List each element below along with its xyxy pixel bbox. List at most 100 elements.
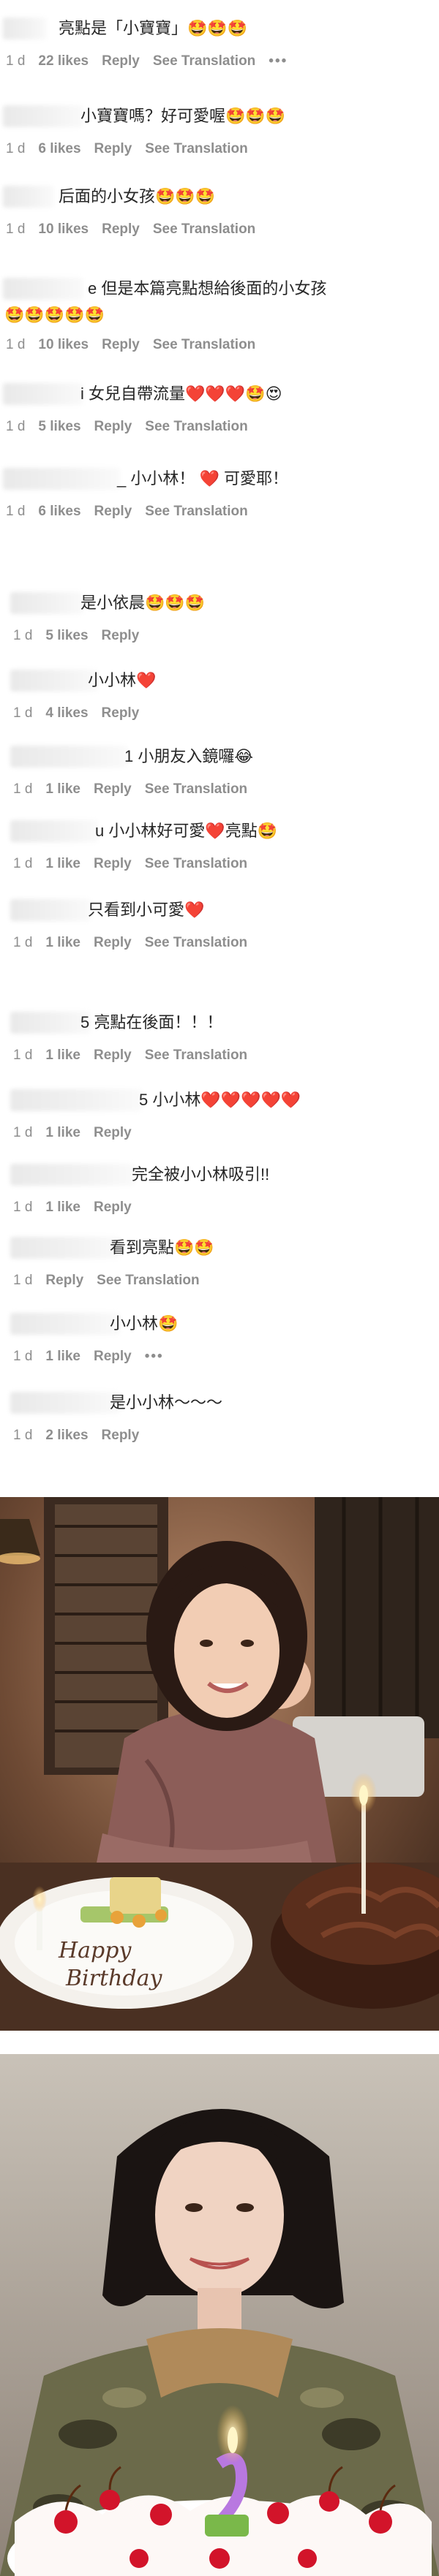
- cake-text-happy: Happy: [58, 1938, 132, 1963]
- redacted-username[interactable]: [10, 1392, 120, 1414]
- reply-button[interactable]: Reply: [94, 141, 132, 156]
- reply-button[interactable]: Reply: [94, 1048, 132, 1063]
- reply-button[interactable]: Reply: [94, 935, 132, 950]
- comment-time: 1 d: [6, 337, 26, 352]
- comment-meta: 1 d 6 likes Reply See Translation: [6, 140, 261, 158]
- reply-button[interactable]: Reply: [94, 781, 132, 797]
- comment: 完全被小小林吸引!! 1 d 1 like Reply: [0, 1161, 439, 1234]
- comment-meta: 1 d 1 like Reply: [13, 1199, 145, 1216]
- comment-meta: 1 d 6 likes Reply See Translation: [6, 503, 261, 520]
- more-options-icon[interactable]: •••: [269, 53, 288, 69]
- redacted-username[interactable]: [3, 383, 83, 405]
- see-translation-link[interactable]: See Translation: [145, 781, 247, 797]
- comment-time: 1 d: [13, 781, 33, 797]
- comment: 是小小林～～～ 1 d 2 likes Reply: [0, 1389, 439, 1462]
- reply-button[interactable]: Reply: [94, 419, 132, 434]
- likes-count[interactable]: 5 likes: [38, 419, 80, 434]
- redacted-username[interactable]: [10, 746, 127, 768]
- comment-text: 小小林❤️: [88, 671, 157, 689]
- see-translation-link[interactable]: See Translation: [153, 221, 255, 237]
- redacted-username[interactable]: [10, 1237, 120, 1259]
- photo-1-image: Happy Birthday: [0, 1497, 439, 2031]
- reply-button[interactable]: Reply: [94, 1125, 132, 1140]
- likes-count[interactable]: 22 likes: [38, 53, 89, 69]
- redacted-username[interactable]: [10, 1012, 91, 1034]
- reply-button[interactable]: Reply: [94, 1349, 132, 1364]
- see-translation-link[interactable]: See Translation: [145, 419, 247, 434]
- reply-button[interactable]: Reply: [102, 53, 140, 69]
- redacted-username[interactable]: [3, 468, 120, 490]
- redacted-username[interactable]: [10, 1164, 135, 1186]
- redacted-username[interactable]: [10, 592, 83, 614]
- likes-count[interactable]: 1 like: [45, 1125, 80, 1140]
- reply-button[interactable]: Reply: [94, 856, 132, 871]
- comment-time: 1 d: [13, 856, 33, 871]
- redacted-username[interactable]: [10, 670, 98, 692]
- redacted-username[interactable]: [3, 18, 47, 39]
- comment-text: 后面的小女孩🤩🤩🤩: [59, 187, 216, 205]
- see-translation-link[interactable]: See Translation: [145, 141, 247, 156]
- likes-count[interactable]: 1 like: [45, 781, 80, 797]
- likes-count[interactable]: 6 likes: [38, 504, 80, 519]
- more-options-icon[interactable]: •••: [145, 1349, 164, 1364]
- comment: 1 小朋友入鏡囉😂 1 d 1 like Reply See Translation: [0, 743, 439, 816]
- likes-count[interactable]: 10 likes: [38, 337, 89, 352]
- redacted-username[interactable]: [3, 186, 54, 208]
- redacted-username[interactable]: [10, 820, 98, 842]
- reply-button[interactable]: Reply: [102, 221, 140, 237]
- comment-text: 完全被小小林吸引!!: [132, 1165, 270, 1183]
- reply-button[interactable]: Reply: [45, 1273, 83, 1288]
- comment-text: 只看到小可愛❤️: [88, 901, 205, 919]
- see-translation-link[interactable]: See Translation: [145, 856, 247, 871]
- likes-count[interactable]: 6 likes: [38, 141, 80, 156]
- comment-text: 小寶寶嗎？好可愛喔🤩🤩🤩: [80, 107, 286, 125]
- likes-count[interactable]: 4 likes: [45, 705, 88, 721]
- reply-button[interactable]: Reply: [94, 1200, 132, 1215]
- comment-meta: 1 d 2 likes Reply: [13, 1427, 152, 1444]
- redacted-username[interactable]: [3, 105, 83, 127]
- comment: 后面的小女孩🤩🤩🤩 1 d 10 likes Reply See Translation: [0, 183, 439, 256]
- likes-count[interactable]: 1 like: [45, 1048, 80, 1063]
- comment: e 但是本篇亮點想給後面的小女孩 🤩🤩🤩🤩🤩 1 d 10 likes Reply See…: [0, 275, 439, 352]
- comment-text: 小小林🤩: [110, 1314, 179, 1333]
- reply-button[interactable]: Reply: [102, 705, 140, 721]
- likes-count[interactable]: 1 like: [45, 856, 80, 871]
- likes-count[interactable]: 1 like: [45, 1200, 80, 1215]
- comment-meta: 1 d 10 likes Reply See Translation: [6, 336, 269, 354]
- see-translation-link[interactable]: See Translation: [145, 1048, 247, 1063]
- redacted-username[interactable]: [10, 899, 91, 921]
- redacted-username[interactable]: [10, 1089, 142, 1111]
- see-translation-link[interactable]: See Translation: [145, 504, 247, 519]
- comment-text: u 小小林好可愛❤️亮點🤩: [95, 822, 278, 840]
- comment-meta: 1 d 10 likes Reply See Translation: [6, 221, 269, 238]
- likes-count[interactable]: 1 like: [45, 935, 80, 950]
- see-translation-link[interactable]: See Translation: [153, 53, 255, 69]
- reply-button[interactable]: Reply: [102, 1428, 140, 1443]
- comment-meta: 1 d 1 like Reply See Translation: [13, 781, 260, 798]
- cake-text-birthday: Birthday: [65, 1966, 162, 1991]
- comment: 看到亮點🤩🤩 1 d Reply See Translation: [0, 1234, 439, 1307]
- likes-count[interactable]: 1 like: [45, 1349, 80, 1364]
- comment-time: 1 d: [6, 504, 26, 519]
- comment-meta: 1 d Reply See Translation: [13, 1272, 213, 1289]
- likes-count[interactable]: 10 likes: [38, 221, 89, 237]
- redacted-username[interactable]: [10, 1313, 120, 1335]
- comment-time: 1 d: [13, 1349, 33, 1364]
- comment-meta: 1 d 22 likes Reply See Translation •••: [6, 53, 301, 70]
- comment-text: i 女兒自帶流量❤️❤️❤️🤩😍: [80, 384, 282, 403]
- see-translation-link[interactable]: See Translation: [97, 1273, 199, 1288]
- reply-button[interactable]: Reply: [102, 628, 140, 643]
- comment-meta: 1 d 4 likes Reply: [13, 705, 152, 722]
- see-translation-link[interactable]: See Translation: [153, 337, 255, 352]
- reply-button[interactable]: Reply: [94, 504, 132, 519]
- likes-count[interactable]: 2 likes: [45, 1428, 88, 1443]
- comment-meta: 1 d 1 like Reply See Translation: [13, 855, 260, 873]
- comment-time: 1 d: [13, 1125, 33, 1140]
- comment-meta: 1 d 1 like Reply: [13, 1124, 145, 1142]
- comment-time: 1 d: [13, 1048, 33, 1063]
- see-translation-link[interactable]: See Translation: [145, 935, 247, 950]
- reply-button[interactable]: Reply: [102, 337, 140, 352]
- redacted-username[interactable]: [3, 278, 83, 300]
- comment: u 小小林好可愛❤️亮點🤩 1 d 1 like Reply See Translati…: [0, 817, 439, 890]
- likes-count[interactable]: 5 likes: [45, 628, 88, 643]
